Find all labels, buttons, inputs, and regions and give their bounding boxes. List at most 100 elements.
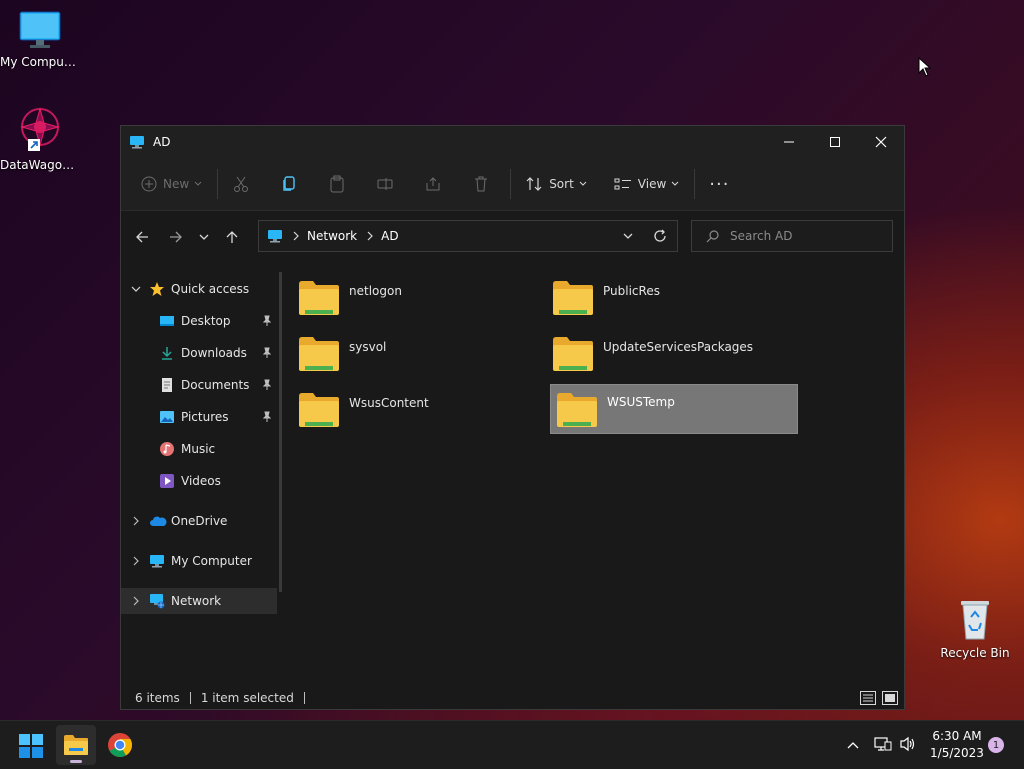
sidebar-item-label: Quick access bbox=[171, 282, 250, 296]
status-divider bbox=[303, 692, 305, 704]
folder-name: WsusContent bbox=[349, 396, 429, 410]
folder-item-wsuscontent[interactable]: WsusContent bbox=[297, 390, 545, 440]
sidebar-item-label: Network bbox=[171, 594, 222, 608]
notification-badge[interactable]: 1 bbox=[988, 737, 1004, 753]
refresh-button[interactable] bbox=[643, 229, 677, 243]
share-button[interactable] bbox=[416, 168, 450, 200]
desktop-icon-label: My Computer bbox=[0, 55, 80, 69]
network-icon bbox=[150, 594, 165, 609]
search-icon bbox=[706, 230, 719, 243]
chevron-down-icon bbox=[194, 181, 202, 186]
minimize-button[interactable] bbox=[766, 126, 812, 158]
desktop-icon-datawagon[interactable]: DataWagon... bbox=[0, 105, 80, 172]
network-status-button[interactable] bbox=[874, 736, 892, 756]
new-button[interactable]: New bbox=[133, 168, 211, 200]
pin-icon bbox=[262, 315, 272, 326]
maximize-button[interactable] bbox=[812, 126, 858, 158]
desktop-icon-recycle-bin[interactable]: Recycle Bin bbox=[935, 597, 1015, 660]
status-divider bbox=[189, 692, 191, 704]
sidebar-item-my-computer[interactable]: My Computer bbox=[121, 548, 277, 574]
folder-item-wsustemp[interactable]: WSUSTemp bbox=[550, 384, 798, 434]
address-bar[interactable]: Network AD bbox=[258, 220, 678, 252]
taskbar-file-explorer-button[interactable] bbox=[56, 725, 96, 765]
details-view-icon bbox=[860, 691, 876, 705]
folder-name: WSUSTemp bbox=[607, 395, 675, 409]
sidebar-item-downloads[interactable]: Downloads bbox=[121, 340, 277, 366]
toolbar-divider bbox=[217, 169, 219, 199]
more-options-button[interactable]: ··· bbox=[701, 168, 737, 200]
copy-button[interactable] bbox=[272, 168, 306, 200]
title-bar[interactable]: AD bbox=[121, 126, 904, 158]
recent-locations-button[interactable] bbox=[191, 222, 217, 252]
delete-button[interactable] bbox=[464, 168, 498, 200]
address-history-dropdown[interactable] bbox=[613, 230, 643, 242]
sidebar-item-label: Videos bbox=[181, 474, 221, 488]
windows-logo-icon bbox=[19, 734, 43, 758]
desktop-icon-label: Recycle Bin bbox=[940, 646, 1010, 660]
rename-button[interactable] bbox=[368, 168, 402, 200]
breadcrumb-ad[interactable]: AD bbox=[381, 229, 398, 243]
folder-name: netlogon bbox=[349, 284, 402, 298]
volume-button[interactable] bbox=[899, 736, 917, 756]
desktop-icon-label: DataWagon... bbox=[0, 158, 80, 172]
large-icons-view-button[interactable] bbox=[882, 691, 898, 705]
chevron-right-icon bbox=[133, 516, 139, 526]
folder-item-netlogon[interactable]: netlogon bbox=[297, 278, 545, 328]
refresh-icon bbox=[654, 229, 666, 242]
sidebar-item-music[interactable]: Music bbox=[121, 436, 277, 462]
desktop-icon-my-computer[interactable]: My Computer bbox=[0, 10, 80, 69]
document-icon bbox=[162, 378, 172, 392]
sidebar-item-label: Documents bbox=[181, 378, 250, 392]
start-button[interactable] bbox=[18, 733, 44, 759]
view-list-icon bbox=[614, 178, 631, 190]
folder-icon bbox=[557, 393, 597, 427]
clock[interactable]: 6:30 AM 1/5/2023 bbox=[924, 728, 990, 762]
back-button[interactable] bbox=[127, 222, 157, 252]
pin-icon bbox=[262, 347, 272, 358]
sort-button[interactable]: Sort bbox=[517, 168, 596, 200]
trash-icon bbox=[475, 176, 488, 192]
search-input[interactable]: Search AD bbox=[730, 229, 793, 243]
folder-item-updateservicespackages[interactable]: UpdateServicesPackages bbox=[551, 334, 799, 384]
sidebar-item-label: Music bbox=[181, 442, 216, 456]
large-icons-view-icon bbox=[882, 691, 898, 705]
up-button[interactable] bbox=[217, 222, 247, 252]
show-hidden-icons-button[interactable] bbox=[846, 737, 860, 756]
sidebar-item-videos[interactable]: Videos bbox=[121, 468, 277, 494]
sidebar-item-desktop[interactable]: Desktop bbox=[121, 308, 277, 334]
folder-item-publicres[interactable]: PublicRes bbox=[551, 278, 799, 328]
folder-icon bbox=[299, 393, 339, 427]
chevron-down-icon bbox=[199, 234, 209, 240]
forward-button[interactable] bbox=[161, 222, 191, 252]
sidebar-item-onedrive[interactable]: OneDrive bbox=[121, 508, 277, 534]
close-button[interactable] bbox=[858, 126, 904, 158]
share-icon bbox=[426, 177, 440, 191]
plus-circle-icon bbox=[141, 176, 157, 192]
clock-time: 6:30 AM bbox=[932, 729, 982, 743]
cut-button[interactable] bbox=[224, 168, 258, 200]
sidebar-item-quick-access[interactable]: Quick access bbox=[121, 276, 277, 302]
music-icon bbox=[160, 442, 174, 456]
search-box[interactable]: Search AD bbox=[691, 220, 893, 252]
file-list: netlogon PublicRes sysvol UpdateServices… bbox=[281, 272, 904, 682]
sidebar-item-pictures[interactable]: Pictures bbox=[121, 404, 277, 430]
sidebar-item-label: Pictures bbox=[181, 410, 229, 424]
details-view-button[interactable] bbox=[860, 691, 876, 705]
folder-name: PublicRes bbox=[603, 284, 660, 298]
breadcrumb-network[interactable]: Network bbox=[307, 229, 357, 243]
download-icon bbox=[162, 347, 172, 360]
paste-button[interactable] bbox=[320, 168, 354, 200]
folder-item-sysvol[interactable]: sysvol bbox=[297, 334, 545, 384]
close-icon bbox=[875, 136, 887, 148]
mouse-cursor-icon bbox=[918, 57, 932, 77]
selection-count: 1 item selected bbox=[200, 691, 294, 705]
sidebar-item-label: OneDrive bbox=[171, 514, 228, 528]
pin-icon bbox=[262, 379, 272, 390]
chevron-right-icon bbox=[367, 231, 373, 241]
sidebar-item-network[interactable]: Network bbox=[121, 588, 277, 614]
view-button[interactable]: View bbox=[606, 168, 688, 200]
chevron-down-icon bbox=[579, 181, 587, 186]
taskbar-chrome-button[interactable] bbox=[106, 731, 134, 759]
sidebar-item-documents[interactable]: Documents bbox=[121, 372, 277, 398]
command-bar: New Sort View ··· bbox=[121, 158, 904, 211]
